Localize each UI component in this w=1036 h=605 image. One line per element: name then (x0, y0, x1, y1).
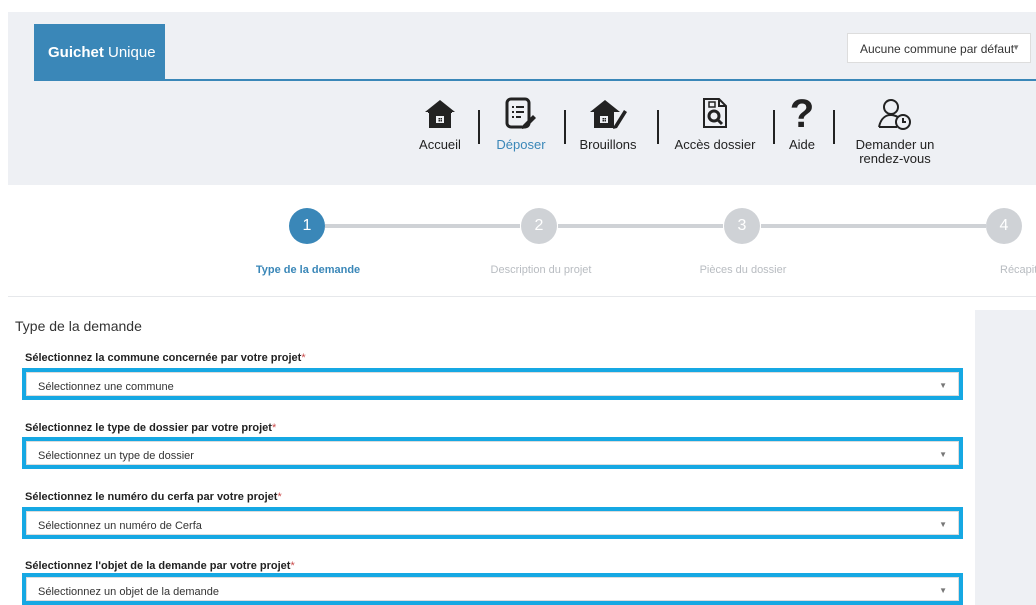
house-edit-icon (575, 94, 641, 134)
nav-aide[interactable]: ? Aide (784, 94, 820, 152)
chevron-down-icon: ▼ (939, 520, 947, 529)
person-clock-icon (852, 94, 938, 134)
nav-label: Accès dossier (674, 137, 756, 152)
nav-separator (833, 110, 835, 144)
select-value: Sélectionnez un type de dossier (38, 450, 194, 462)
brand-rest: Unique (103, 44, 156, 61)
select-value: Sélectionnez un numéro de Cerfa (38, 520, 202, 532)
default-commune-value: Aucune commune par défaut (860, 42, 1015, 56)
side-panel (975, 310, 1036, 605)
nav-label: Aide (788, 137, 816, 152)
objet-select[interactable]: Sélectionnez un objet de la demande ▼ (22, 573, 963, 605)
nav-acces-dossier[interactable]: Accès dossier (670, 94, 760, 152)
cerfa-select[interactable]: Sélectionnez un numéro de Cerfa ▼ (22, 507, 963, 539)
type-dossier-label: Sélectionnez le type de dossier par votr… (25, 422, 276, 434)
required-mark: * (277, 491, 282, 503)
label-text: Sélectionnez le numéro du cerfa par votr… (25, 491, 278, 503)
step-3[interactable]: 3 (724, 208, 760, 244)
chevron-down-icon: ▼ (939, 450, 947, 459)
step-connector (761, 224, 986, 228)
form-title: Type de la demande (15, 318, 142, 334)
house-icon (412, 94, 468, 134)
nav-separator (564, 110, 566, 144)
step-label-2: Description du projet (490, 264, 592, 276)
nav-label: Brouillons (579, 137, 637, 152)
select-value: Sélectionnez une commune (38, 381, 174, 393)
select-value: Sélectionnez un objet de la demande (38, 586, 220, 598)
progress-stepper: 1 2 3 4 Type de la demande Description d… (0, 200, 1036, 280)
label-text: Sélectionnez l'objet de la demande par v… (25, 560, 291, 572)
step-connector (325, 224, 520, 228)
commune-label: Sélectionnez la commune concernée par vo… (25, 352, 306, 364)
nav-label-line1: Demander un (855, 137, 935, 152)
chevron-down-icon: ▼ (939, 381, 947, 390)
cerfa-label: Sélectionnez le numéro du cerfa par votr… (25, 491, 282, 503)
step-label-3: Pièces du dossier (699, 264, 787, 276)
header: Guichet Unique Aucune commune par défaut… (8, 12, 1036, 185)
commune-select[interactable]: Sélectionnez une commune ▼ (22, 368, 963, 400)
type-dossier-select[interactable]: Sélectionnez un type de dossier ▼ (22, 437, 963, 469)
step-1[interactable]: 1 (289, 208, 325, 244)
step-2[interactable]: 2 (521, 208, 557, 244)
required-mark: * (301, 352, 306, 364)
brand-tab[interactable]: Guichet Unique (34, 24, 165, 80)
required-mark: * (290, 560, 295, 572)
required-mark: * (271, 422, 277, 434)
label-text: Sélectionnez la commune concernée par vo… (25, 352, 302, 364)
step-4[interactable]: 4 (986, 208, 1022, 244)
nav-label: Accueil (419, 137, 461, 152)
file-search-icon (670, 94, 760, 134)
nav-label: Déposer (496, 137, 546, 152)
label-text: Sélectionnez le type de dossier par votr… (25, 422, 272, 434)
step-connector (558, 224, 723, 228)
header-underline (34, 79, 1036, 81)
nav-separator (773, 110, 775, 144)
document-edit-icon (490, 94, 552, 134)
section-divider (8, 296, 1036, 297)
nav-separator (478, 110, 480, 144)
question-icon: ? (789, 92, 815, 136)
nav-separator (657, 110, 659, 144)
step-label-1: Type de la demande (255, 264, 361, 276)
default-commune-select[interactable]: Aucune commune par défaut ▼ (847, 33, 1031, 63)
nav-deposer[interactable]: Déposer (490, 94, 552, 152)
nav-label-line2: rendez-vous (859, 151, 931, 166)
chevron-down-icon: ▼ (1012, 43, 1020, 52)
nav-brouillons[interactable]: Brouillons (575, 94, 641, 152)
brand-bold: Guichet (48, 44, 104, 61)
objet-label: Sélectionnez l'objet de la demande par v… (25, 560, 295, 572)
nav-accueil[interactable]: Accueil (412, 94, 468, 152)
chevron-down-icon: ▼ (939, 586, 947, 595)
nav-rendez-vous[interactable]: Demander un rendez-vous (852, 94, 938, 166)
step-label-4: Récapitulatif (1000, 264, 1036, 276)
nav-label-multiline: Demander un rendez-vous (852, 138, 938, 166)
